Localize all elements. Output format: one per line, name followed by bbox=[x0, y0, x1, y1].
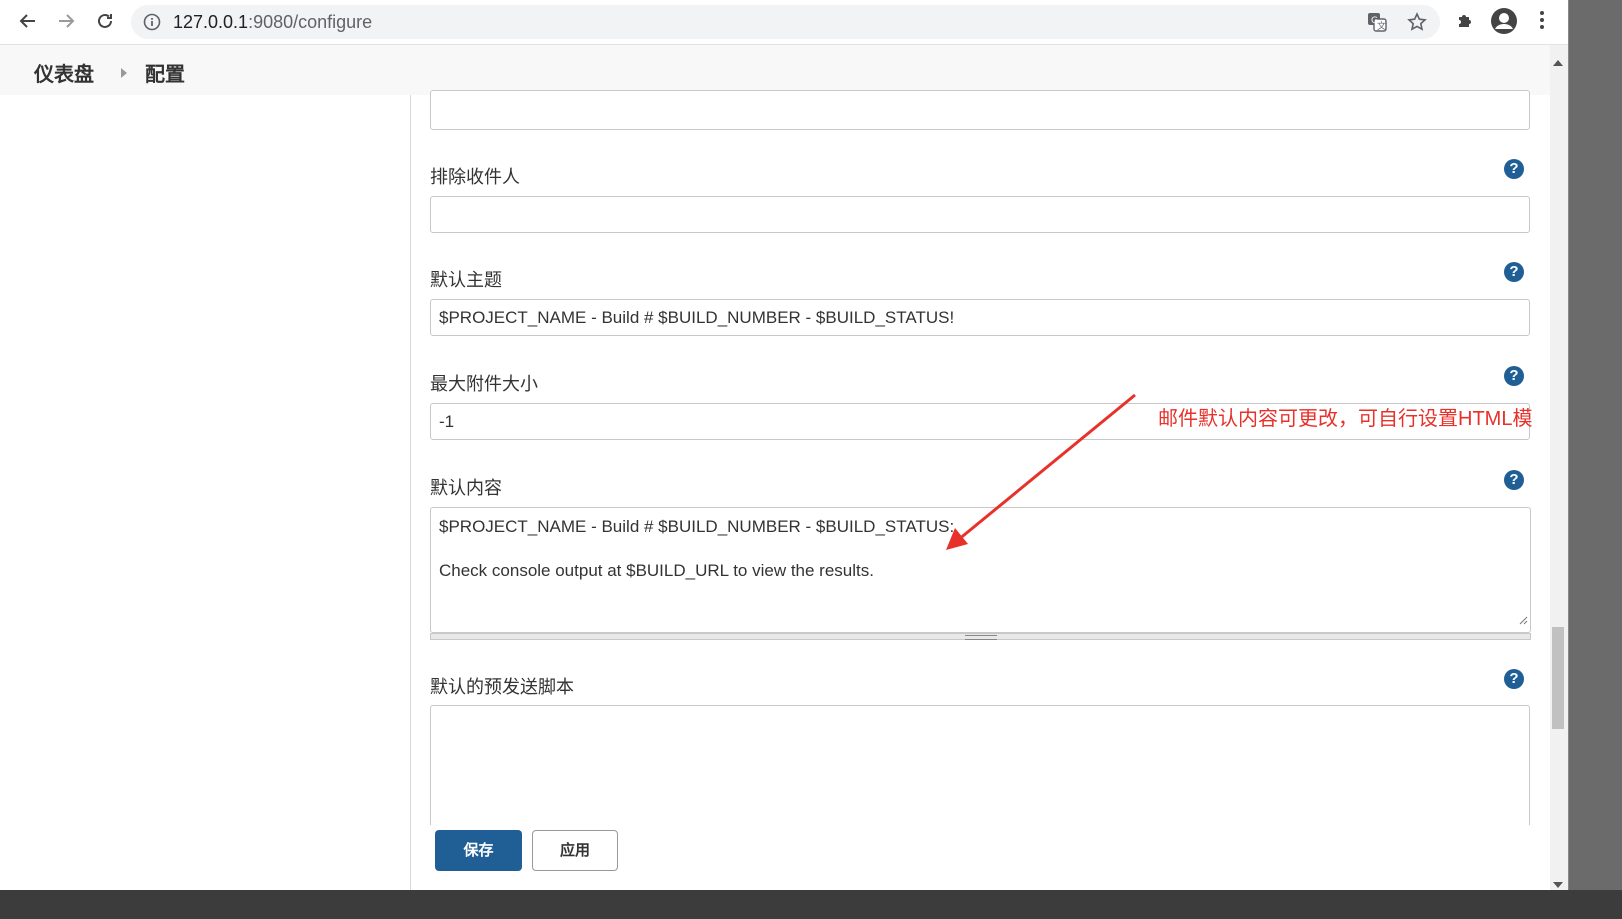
reload-icon[interactable] bbox=[92, 8, 118, 34]
url-host: 127.0.0.1 bbox=[173, 12, 249, 32]
help-icon[interactable]: ? bbox=[1504, 262, 1524, 282]
address-bar[interactable]: 127.0.0.1:9080/configure G文 bbox=[131, 5, 1440, 39]
help-icon[interactable]: ? bbox=[1504, 470, 1524, 490]
scroll-thumb[interactable] bbox=[1552, 627, 1564, 729]
previous-field-input[interactable] bbox=[430, 90, 1530, 130]
default-presend-script-editor[interactable] bbox=[430, 705, 1530, 825]
breadcrumb: 仪表盘 配置 bbox=[0, 45, 1550, 95]
chevron-right-icon bbox=[120, 65, 128, 83]
exclude-recipients-label: 排除收件人 bbox=[430, 167, 520, 187]
max-attachment-size-label: 最大附件大小 bbox=[430, 374, 538, 394]
save-button[interactable]: 保存 bbox=[435, 830, 522, 871]
default-content-label: 默认内容 bbox=[430, 478, 502, 498]
extensions-icon[interactable] bbox=[1455, 9, 1477, 36]
help-icon[interactable]: ? bbox=[1504, 159, 1524, 179]
annotation-note: 邮件默认内容可更改，可自行设置HTML模 bbox=[1158, 408, 1533, 430]
resize-grip-icon[interactable] bbox=[1518, 610, 1528, 630]
page-scrollbar[interactable] bbox=[1550, 45, 1568, 890]
taskbar bbox=[0, 890, 1622, 919]
url-path: :9080/configure bbox=[248, 12, 373, 32]
profile-icon[interactable] bbox=[1490, 7, 1518, 40]
exclude-recipients-input[interactable] bbox=[430, 196, 1530, 233]
apply-button[interactable]: 应用 bbox=[532, 830, 618, 871]
svg-text:文: 文 bbox=[1377, 20, 1386, 32]
help-icon[interactable]: ? bbox=[1504, 366, 1524, 386]
menu-icon[interactable] bbox=[1535, 9, 1549, 36]
url-text: 127.0.0.1:9080/configure bbox=[173, 12, 372, 33]
default-subject-label: 默认主题 bbox=[430, 270, 502, 290]
default-content-textarea[interactable]: $PROJECT_NAME - Build # $BUILD_NUMBER - … bbox=[430, 507, 1531, 633]
drag-handle-icon[interactable] bbox=[965, 635, 997, 640]
default-subject-input[interactable]: $PROJECT_NAME - Build # $BUILD_NUMBER - … bbox=[430, 299, 1530, 336]
back-icon[interactable] bbox=[15, 8, 41, 34]
forward-icon[interactable] bbox=[53, 8, 79, 34]
textarea-line bbox=[439, 538, 1522, 560]
desktop-background bbox=[1569, 0, 1622, 890]
translate-icon[interactable]: G文 bbox=[1367, 12, 1387, 37]
browser-toolbar: 127.0.0.1:9080/configure G文 bbox=[0, 0, 1568, 45]
info-icon[interactable] bbox=[143, 13, 161, 36]
textarea-line: $PROJECT_NAME - Build # $BUILD_NUMBER - … bbox=[439, 517, 955, 536]
breadcrumb-configure[interactable]: 配置 bbox=[145, 58, 185, 87]
star-icon[interactable] bbox=[1407, 12, 1427, 37]
default-presend-script-label: 默认的预发送脚本 bbox=[430, 677, 574, 697]
side-panel bbox=[0, 95, 411, 890]
scroll-up-icon[interactable] bbox=[1553, 53, 1563, 71]
browser-window: 127.0.0.1:9080/configure G文 仪表盘 配置 排除收件人… bbox=[0, 0, 1569, 891]
textarea-resize-bar[interactable] bbox=[430, 633, 1531, 640]
textarea-line: Check console output at $BUILD_URL to vi… bbox=[439, 561, 874, 580]
breadcrumb-dashboard[interactable]: 仪表盘 bbox=[34, 58, 94, 87]
scroll-down-icon[interactable] bbox=[1553, 875, 1563, 890]
help-icon[interactable]: ? bbox=[1504, 669, 1524, 689]
main-content: 排除收件人 ? 默认主题 ? $PROJECT_NAME - Build # $… bbox=[0, 90, 1550, 890]
